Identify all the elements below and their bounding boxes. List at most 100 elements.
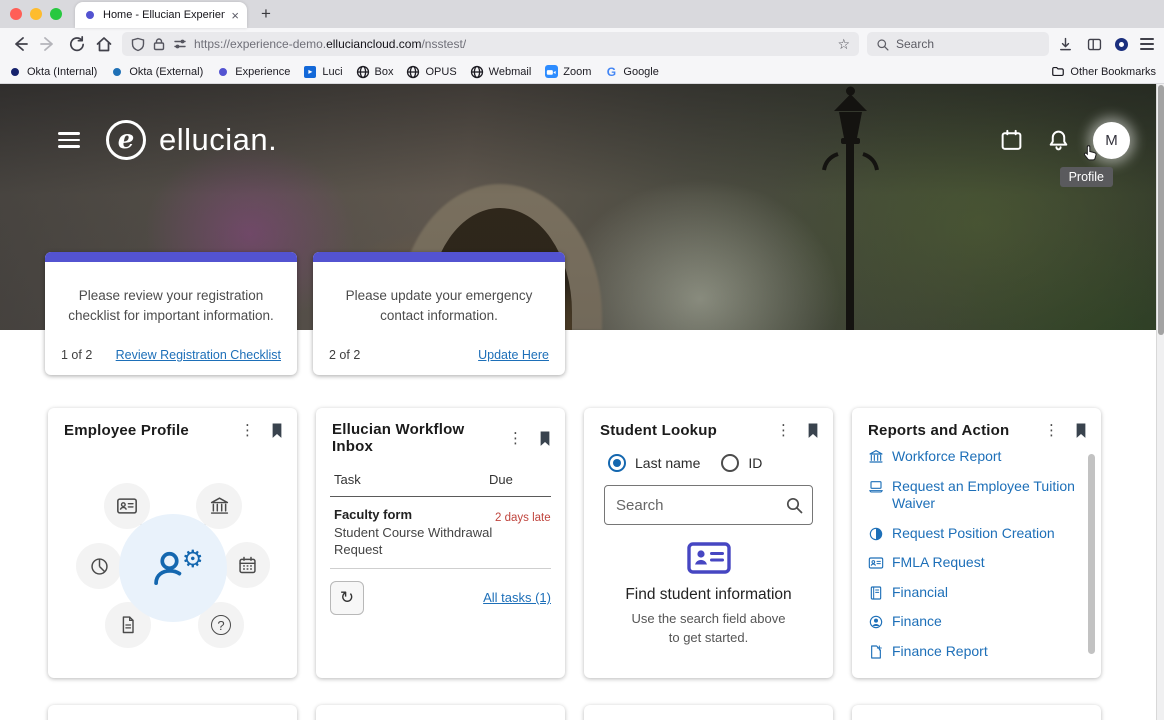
tab-strip: Home - Ellucian Experience × + (0, 0, 1164, 28)
globe-icon (356, 65, 370, 79)
notifications-bell-icon[interactable] (1046, 128, 1071, 153)
bookmark-luci[interactable]: ▸Luci (303, 65, 342, 79)
bookmark-icon[interactable] (270, 421, 284, 439)
other-bookmarks[interactable]: Other Bookmarks (1051, 65, 1156, 79)
card-menu-icon[interactable]: ⋮ (240, 423, 255, 438)
bookmark-icon[interactable] (806, 421, 820, 439)
page-content: e ellucian M Profile Please review your … (0, 84, 1164, 720)
update-here-link[interactable]: Update Here (478, 348, 549, 362)
toolbar-right-icons (1057, 36, 1154, 53)
link-finance-report[interactable]: Finance Report (868, 643, 1077, 661)
tab-close-icon[interactable]: × (231, 9, 239, 22)
zoom-window-button[interactable] (50, 8, 62, 20)
link-workforce-report[interactable]: Workforce Report (868, 448, 1077, 466)
radio-id[interactable] (721, 454, 739, 472)
search-placeholder: Search (896, 37, 934, 51)
url-bar[interactable]: https://experience-demo.elluciancloud.co… (122, 32, 859, 56)
link-fmla-request[interactable]: FMLA Request (868, 554, 1077, 572)
profile-avatar[interactable]: M (1093, 122, 1130, 159)
minimize-window-button[interactable] (30, 8, 42, 20)
downloads-icon[interactable] (1057, 36, 1074, 53)
luci-icon: ▸ (303, 65, 317, 79)
radio-last-name-label: Last name (635, 455, 700, 471)
extension-icon[interactable] (1115, 38, 1128, 51)
link-request-position-creation[interactable]: Request Position Creation (868, 525, 1077, 543)
card-todo-list: To-Do List + ⋮ (48, 705, 297, 720)
bookmark-okta-external[interactable]: Okta (External) (110, 65, 203, 79)
browser-tab[interactable]: Home - Ellucian Experience × (75, 2, 247, 28)
page-scrollbar[interactable] (1156, 84, 1164, 720)
cursor-hand-icon (1083, 144, 1098, 161)
link-employee-tuition-waiver[interactable]: Request an Employee Tuition Waiver (868, 478, 1077, 513)
reload-icon[interactable] (66, 34, 86, 54)
home-icon[interactable] (94, 34, 114, 54)
refresh-button[interactable]: ↻ (330, 581, 364, 615)
bookmarks-bar: Okta (Internal) Okta (External) Experien… (0, 60, 1164, 84)
card-menu-icon[interactable]: ⋮ (1044, 423, 1059, 438)
browser-search-box[interactable]: Search (867, 32, 1049, 56)
gear-icon: ⚙ (182, 545, 204, 573)
link-financial[interactable]: Financial (868, 584, 1077, 602)
laptop-icon (868, 479, 884, 495)
bookmark-webmail[interactable]: Webmail (470, 65, 532, 79)
globe-icon (470, 65, 484, 79)
radio-last-name[interactable] (608, 454, 626, 472)
app-menu-icon[interactable] (58, 132, 80, 148)
card-title: Ellucian Workflow Inbox (332, 421, 508, 455)
bookmark-google[interactable]: GGoogle (604, 65, 658, 79)
link-finance[interactable]: Finance (868, 613, 1077, 631)
task-due-badge: 2 days late (495, 506, 551, 559)
card-menu-icon[interactable]: ⋮ (508, 431, 523, 446)
card-menu-icon[interactable]: ⋮ (776, 423, 791, 438)
bookmark-star-icon[interactable]: ☆ (837, 36, 850, 53)
shield-icon[interactable] (131, 37, 145, 52)
brand-logo: e ellucian (106, 120, 277, 160)
bookmark-experience[interactable]: Experience (216, 65, 290, 79)
ellucian-logo-icon: e (106, 120, 146, 160)
card-scrollbar[interactable] (1088, 454, 1095, 654)
notification-accent-bar (45, 252, 297, 262)
globe-icon (406, 65, 420, 79)
bookmark-icon[interactable] (1074, 421, 1088, 439)
hub-center-profile-node[interactable]: ⚙ (119, 514, 227, 622)
notification-message: Please review your registration checklis… (45, 262, 297, 325)
student-id-card-icon (686, 541, 732, 575)
calendar-icon[interactable] (999, 128, 1024, 153)
bookmark-box[interactable]: Box (356, 65, 394, 79)
permissions-icon[interactable] (173, 37, 187, 51)
scrollbar-thumb[interactable] (1158, 85, 1164, 335)
card-learning-management: Learning Management ⋮ (316, 705, 565, 720)
id-card-icon (868, 555, 884, 571)
header-actions: M (999, 122, 1130, 159)
close-window-button[interactable] (10, 8, 22, 20)
search-icon (876, 38, 889, 51)
all-tasks-link[interactable]: All tasks (1) (483, 590, 551, 605)
new-tab-button[interactable]: + (261, 4, 271, 24)
search-icon[interactable] (785, 496, 803, 514)
task-row[interactable]: Faculty formStudent Course Withdrawal Re… (316, 497, 565, 568)
notification-accent-bar (313, 252, 565, 262)
bookmark-zoom[interactable]: Zoom (544, 65, 591, 79)
file-export-icon (868, 644, 884, 660)
bookmark-icon[interactable] (538, 429, 552, 447)
sidebar-toggle-icon[interactable] (1086, 36, 1103, 53)
menu-icon[interactable] (1140, 38, 1154, 50)
review-registration-checklist-link[interactable]: Review Registration Checklist (116, 348, 281, 362)
card-web-links: Web Links + ⋮ (584, 705, 833, 720)
column-due: Due (489, 472, 547, 487)
card-student-lookup: Student Lookup ⋮ Last name ID Find stude… (584, 408, 833, 678)
hub-calendar-node[interactable] (224, 542, 270, 588)
notification-message: Please update your emergency contact inf… (313, 262, 565, 325)
notification-counter: 2 of 2 (329, 348, 360, 362)
employee-profile-hub: ? ⚙ (48, 448, 297, 678)
bookmark-okta-internal[interactable]: Okta (Internal) (8, 65, 97, 79)
bookmark-opus[interactable]: OPUS (406, 65, 456, 79)
folder-icon (1051, 65, 1065, 79)
zoom-camera-icon (544, 65, 558, 79)
hub-pie-chart-node[interactable] (76, 543, 122, 589)
student-search-input[interactable] (604, 485, 813, 525)
forward-icon[interactable] (38, 34, 58, 54)
lock-icon[interactable] (152, 37, 166, 51)
back-icon[interactable] (10, 34, 30, 54)
card-workflow-inbox: Ellucian Workflow Inbox ⋮ Task Due Facul… (316, 408, 565, 678)
